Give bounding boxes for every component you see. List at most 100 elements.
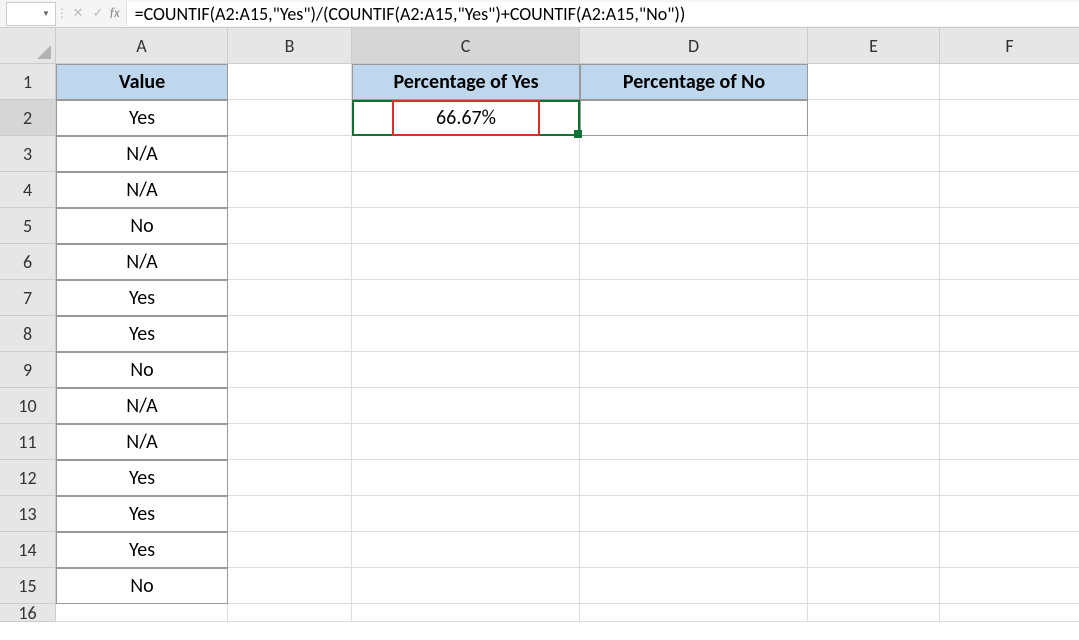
cell-a4[interactable]: N/A	[56, 172, 228, 208]
row-header-6[interactable]: 6	[0, 244, 56, 280]
cell-d11[interactable]	[580, 424, 808, 460]
cell-f2[interactable]	[940, 100, 1079, 136]
cell-d1[interactable]: Percentage of No	[580, 64, 808, 100]
cell-e15[interactable]	[808, 568, 940, 604]
cell-b5[interactable]	[228, 208, 352, 244]
cell-d7[interactable]	[580, 280, 808, 316]
cell-e13[interactable]	[808, 496, 940, 532]
row-header-3[interactable]: 3	[0, 136, 56, 172]
cell-f13[interactable]	[940, 496, 1079, 532]
row-header-14[interactable]: 14	[0, 532, 56, 568]
cell-f14[interactable]	[940, 532, 1079, 568]
row-header-9[interactable]: 9	[0, 352, 56, 388]
row-header-4[interactable]: 4	[0, 172, 56, 208]
cell-e16[interactable]	[808, 604, 940, 622]
cell-a8[interactable]: Yes	[56, 316, 228, 352]
cell-e8[interactable]	[808, 316, 940, 352]
cell-f10[interactable]	[940, 388, 1079, 424]
cell-f4[interactable]	[940, 172, 1079, 208]
cell-b14[interactable]	[228, 532, 352, 568]
cell-b10[interactable]	[228, 388, 352, 424]
cell-c2[interactable]: 66.67%	[352, 100, 580, 136]
name-box[interactable]: ▼	[6, 2, 56, 26]
cell-a10[interactable]: N/A	[56, 388, 228, 424]
col-header-c[interactable]: C	[352, 28, 580, 64]
cell-c10[interactable]	[352, 388, 580, 424]
cell-a11[interactable]: N/A	[56, 424, 228, 460]
col-header-f[interactable]: F	[940, 28, 1079, 64]
cell-a6[interactable]: N/A	[56, 244, 228, 280]
cell-c6[interactable]	[352, 244, 580, 280]
cell-f8[interactable]	[940, 316, 1079, 352]
cell-d3[interactable]	[580, 136, 808, 172]
cell-f3[interactable]	[940, 136, 1079, 172]
cell-f5[interactable]	[940, 208, 1079, 244]
cell-e5[interactable]	[808, 208, 940, 244]
cell-b9[interactable]	[228, 352, 352, 388]
cell-d13[interactable]	[580, 496, 808, 532]
cell-a12[interactable]: Yes	[56, 460, 228, 496]
cell-b16[interactable]	[228, 604, 352, 622]
cell-d14[interactable]	[580, 532, 808, 568]
row-header-8[interactable]: 8	[0, 316, 56, 352]
row-header-1[interactable]: 1	[0, 64, 56, 100]
row-header-2[interactable]: 2	[0, 100, 56, 136]
row-header-11[interactable]: 11	[0, 424, 56, 460]
cell-c9[interactable]	[352, 352, 580, 388]
cell-d4[interactable]	[580, 172, 808, 208]
cell-a16[interactable]	[56, 604, 228, 622]
cell-a9[interactable]: No	[56, 352, 228, 388]
cell-f15[interactable]	[940, 568, 1079, 604]
cell-e4[interactable]	[808, 172, 940, 208]
cell-b12[interactable]	[228, 460, 352, 496]
cell-b7[interactable]	[228, 280, 352, 316]
row-header-10[interactable]: 10	[0, 388, 56, 424]
cell-d5[interactable]	[580, 208, 808, 244]
row-header-16[interactable]: 16	[0, 604, 56, 622]
cell-e1[interactable]	[808, 64, 940, 100]
cell-f11[interactable]	[940, 424, 1079, 460]
cell-b13[interactable]	[228, 496, 352, 532]
cell-e3[interactable]	[808, 136, 940, 172]
col-header-a[interactable]: A	[56, 28, 228, 64]
cell-f1[interactable]	[940, 64, 1079, 100]
cell-b2[interactable]	[228, 100, 352, 136]
cell-d9[interactable]	[580, 352, 808, 388]
cell-e14[interactable]	[808, 532, 940, 568]
cell-e7[interactable]	[808, 280, 940, 316]
cell-d16[interactable]	[580, 604, 808, 622]
cell-d15[interactable]	[580, 568, 808, 604]
cell-f12[interactable]	[940, 460, 1079, 496]
cell-c14[interactable]	[352, 532, 580, 568]
cell-c1[interactable]: Percentage of Yes	[352, 64, 580, 100]
row-header-12[interactable]: 12	[0, 460, 56, 496]
cell-d2[interactable]	[580, 100, 808, 136]
cell-d12[interactable]	[580, 460, 808, 496]
name-box-dropdown-icon[interactable]: ▼	[39, 5, 53, 23]
row-header-5[interactable]: 5	[0, 208, 56, 244]
cell-b6[interactable]	[228, 244, 352, 280]
cell-b15[interactable]	[228, 568, 352, 604]
cell-e11[interactable]	[808, 424, 940, 460]
cell-b3[interactable]	[228, 136, 352, 172]
cell-f6[interactable]	[940, 244, 1079, 280]
cell-b4[interactable]	[228, 172, 352, 208]
cell-c3[interactable]	[352, 136, 580, 172]
cell-d10[interactable]	[580, 388, 808, 424]
cell-c8[interactable]	[352, 316, 580, 352]
cell-c4[interactable]	[352, 172, 580, 208]
cell-a3[interactable]: N/A	[56, 136, 228, 172]
cell-d6[interactable]	[580, 244, 808, 280]
cell-c11[interactable]	[352, 424, 580, 460]
cell-c16[interactable]	[352, 604, 580, 622]
cell-e12[interactable]	[808, 460, 940, 496]
cell-d8[interactable]	[580, 316, 808, 352]
formula-input[interactable]	[127, 2, 1079, 26]
cell-a14[interactable]: Yes	[56, 532, 228, 568]
cell-a5[interactable]: No	[56, 208, 228, 244]
cell-b11[interactable]	[228, 424, 352, 460]
col-header-b[interactable]: B	[228, 28, 352, 64]
cell-e9[interactable]	[808, 352, 940, 388]
select-all-corner[interactable]	[0, 28, 56, 64]
cell-b1[interactable]	[228, 64, 352, 100]
